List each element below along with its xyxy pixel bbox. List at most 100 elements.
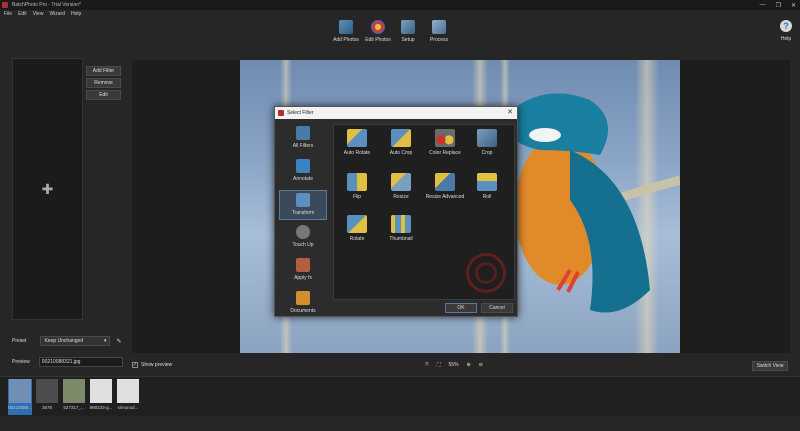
close-button[interactable]: ✕ bbox=[791, 2, 796, 9]
filter-flip[interactable]: Flip bbox=[340, 173, 374, 205]
filter-label: Flip bbox=[352, 194, 362, 200]
thumbnail-label: 3676 bbox=[41, 405, 52, 410]
thumbnail-image bbox=[9, 379, 31, 403]
resize-icon bbox=[391, 173, 411, 191]
filter-thumbnail[interactable]: Thumbnail bbox=[384, 215, 418, 247]
auto-rotate-icon bbox=[347, 129, 367, 147]
touch-up-icon bbox=[296, 225, 310, 239]
preset-label: Preset bbox=[12, 338, 27, 344]
filter-auto-crop[interactable]: Auto Crop bbox=[384, 129, 418, 161]
window-controls: — ❐ ✕ bbox=[760, 0, 796, 10]
preview-row: Preview 00210088321.jpg bbox=[12, 357, 123, 367]
actual-size-icon[interactable]: ⛶ bbox=[437, 362, 441, 368]
menu-help[interactable]: Help bbox=[71, 11, 81, 17]
filter-list-panel[interactable]: ✚ bbox=[12, 58, 83, 320]
filter-roll[interactable]: Roll bbox=[470, 173, 504, 205]
thumbnail-item[interactable]: 00210088... bbox=[8, 379, 32, 415]
process-button[interactable]: Process bbox=[421, 20, 457, 46]
preset-select[interactable]: Keep Unchanged ▾ bbox=[40, 336, 111, 346]
minimize-button[interactable]: — bbox=[760, 2, 766, 8]
select-filter-dialog: Select Filter ✕ All Filters Annotate Tra… bbox=[274, 106, 518, 317]
filter-resize-advanced[interactable]: Resize Advanced bbox=[425, 173, 465, 205]
thumbnail-item[interactable]: 527317_... bbox=[62, 379, 86, 415]
thumbnail-item[interactable]: simonod... bbox=[116, 379, 140, 415]
category-label: Apply fx bbox=[294, 275, 312, 281]
maximize-button[interactable]: ❐ bbox=[776, 2, 781, 9]
jpeg-file-icon bbox=[90, 379, 112, 403]
roll-icon bbox=[477, 173, 497, 191]
edit-filter-button[interactable]: Edit bbox=[86, 90, 121, 100]
category-touch-up[interactable]: Touch Up bbox=[279, 223, 327, 253]
show-preview-toggle[interactable]: ✓ Show preview bbox=[132, 362, 172, 368]
process-icon bbox=[432, 20, 446, 34]
pencil-icon[interactable]: ✎ bbox=[116, 338, 121, 345]
annotate-icon bbox=[296, 159, 310, 173]
crop-icon bbox=[477, 129, 497, 147]
filter-category-list: All Filters Annotate Transform Touch Up … bbox=[279, 124, 329, 316]
add-photos-button[interactable]: Add Photos bbox=[328, 20, 364, 46]
status-bar bbox=[0, 416, 800, 431]
filter-auto-rotate[interactable]: Auto Rotate bbox=[340, 129, 374, 161]
cancel-button[interactable]: Cancel bbox=[481, 303, 513, 313]
filter-label: Thumbnail bbox=[389, 236, 413, 242]
app-window: BatchPhoto Pro - Trial Version* — ❐ ✕ Fi… bbox=[0, 0, 800, 431]
menu-wizard[interactable]: Wizard bbox=[49, 11, 65, 17]
setup-label: Setup bbox=[401, 37, 415, 43]
setup-icon bbox=[401, 20, 415, 34]
preset-value: Keep Unchanged bbox=[44, 338, 84, 344]
add-filter-plus-icon[interactable]: ✚ bbox=[42, 181, 54, 198]
thumbnail-item[interactable]: 3676 bbox=[35, 379, 59, 415]
category-label: Transform bbox=[291, 210, 315, 216]
menu-edit[interactable]: Edit bbox=[18, 11, 27, 17]
apply-fx-icon bbox=[296, 258, 310, 272]
filter-rotate[interactable]: Rotate bbox=[340, 215, 374, 247]
category-all-filters[interactable]: All Filters bbox=[279, 124, 327, 154]
ok-button[interactable]: OK bbox=[445, 303, 477, 313]
filter-color-replace[interactable]: Color Replace bbox=[428, 129, 462, 161]
switch-view-button[interactable]: Switch View bbox=[752, 361, 788, 371]
thumbnail-image bbox=[63, 379, 85, 403]
category-label: Annotate bbox=[292, 176, 314, 182]
filter-label: Resize bbox=[393, 194, 409, 200]
title-bar: BatchPhoto Pro - Trial Version* — ❐ ✕ bbox=[0, 0, 800, 10]
dialog-close-icon[interactable]: ✕ bbox=[507, 108, 513, 116]
zoom-in-icon[interactable]: ⊕ bbox=[467, 362, 471, 368]
show-preview-checkbox[interactable]: ✓ bbox=[132, 362, 138, 368]
documents-icon bbox=[296, 291, 310, 305]
category-label: All Filters bbox=[292, 143, 314, 149]
category-transform[interactable]: Transform bbox=[279, 190, 327, 220]
add-photos-label: Add Photos bbox=[333, 37, 359, 43]
filter-label: Auto Crop bbox=[389, 150, 413, 156]
category-apply-fx[interactable]: Apply fx bbox=[279, 256, 327, 286]
thumbnail-label: 890233-g... bbox=[89, 405, 113, 410]
help-label: Help bbox=[780, 36, 792, 42]
fit-to-window-icon[interactable]: ⤧ bbox=[425, 362, 429, 368]
preview-file-value: 00210088321.jpg bbox=[41, 359, 81, 365]
filter-label: Resize Advanced bbox=[425, 194, 465, 200]
process-label: Process bbox=[429, 37, 449, 43]
category-annotate[interactable]: Annotate bbox=[279, 157, 327, 187]
help-button[interactable]: ? Help bbox=[780, 20, 792, 42]
dialog-app-icon bbox=[278, 110, 284, 116]
dialog-title: Select Filter bbox=[287, 110, 314, 116]
add-filter-button[interactable]: Add Filter bbox=[86, 66, 121, 76]
filter-label: Roll bbox=[482, 194, 492, 200]
menu-view[interactable]: View bbox=[33, 11, 44, 17]
thumbnail-item[interactable]: 890233-g... bbox=[89, 379, 113, 415]
zoom-controls: ⤧ ⛶ 55% ⊕ ⊖ bbox=[425, 362, 483, 368]
filter-label: Color Replace bbox=[429, 150, 461, 156]
main-toolbar: Add Photos Edit Photos Setup Process ? H… bbox=[0, 18, 800, 48]
remove-filter-button[interactable]: Remove bbox=[86, 78, 121, 88]
preview-file-select[interactable]: 00210088321.jpg bbox=[38, 357, 123, 367]
zoom-out-icon[interactable]: ⊖ bbox=[479, 362, 483, 368]
edit-photos-icon bbox=[371, 20, 385, 34]
preview-label: Preview bbox=[12, 359, 30, 365]
filter-resize[interactable]: Resize bbox=[384, 173, 418, 205]
category-documents[interactable]: Documents bbox=[279, 289, 327, 319]
filter-grid: Auto Rotate Auto Crop Color Replace Crop… bbox=[333, 124, 515, 300]
preset-row: Preset Keep Unchanged ▾ ✎ bbox=[12, 336, 121, 346]
filter-crop[interactable]: Crop bbox=[470, 129, 504, 161]
filmstrip: 00210088... 3676 527317_... 890233-g... … bbox=[0, 376, 800, 416]
add-photos-icon bbox=[339, 20, 353, 34]
menu-file[interactable]: File bbox=[4, 11, 12, 17]
